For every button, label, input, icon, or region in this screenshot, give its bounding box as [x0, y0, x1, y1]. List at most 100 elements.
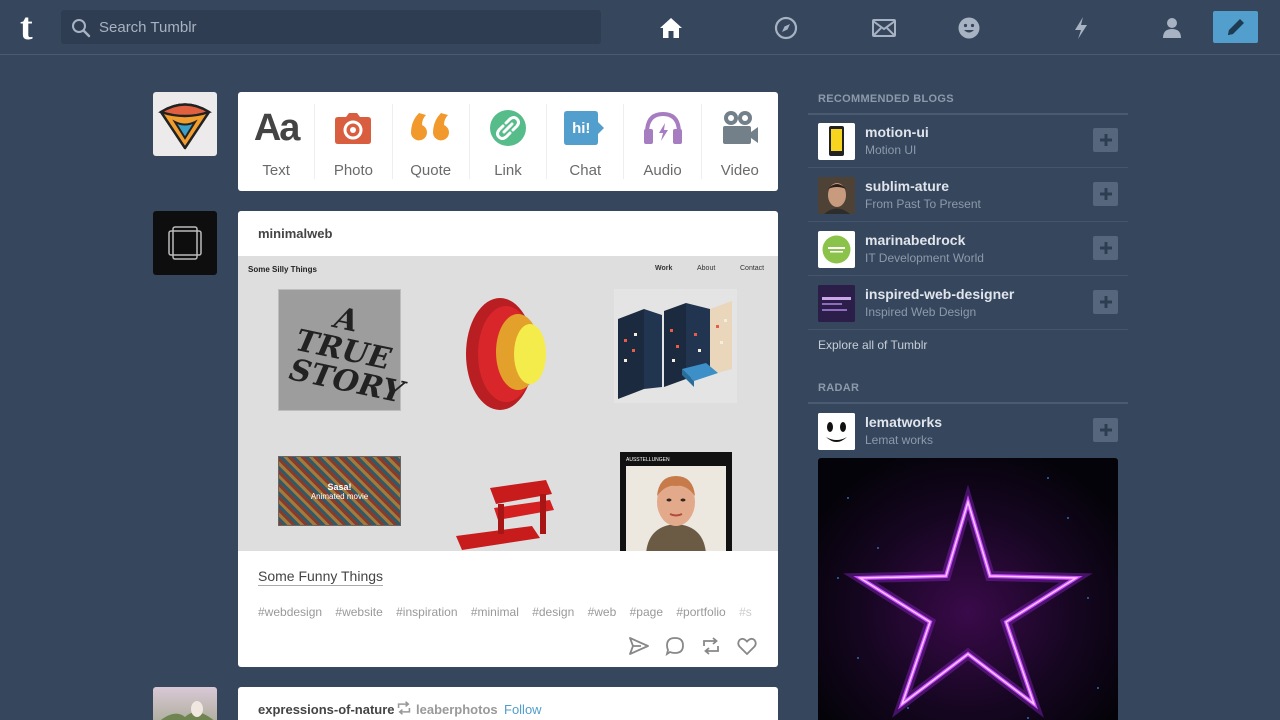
post-caption[interactable]: Some Funny Things — [258, 568, 384, 586]
follow-blog-button[interactable] — [1093, 128, 1118, 152]
plus-icon — [1099, 424, 1112, 436]
follow-blog-button[interactable] — [1093, 290, 1118, 314]
blog-title: Motion UI — [865, 143, 917, 157]
portrait-header: AUSSTELLUNGEN — [626, 457, 670, 463]
radar-blog-item: lematworks Lemat works — [808, 404, 1128, 458]
reblogged-from[interactable]: leaberphotos — [416, 702, 498, 717]
blog-name[interactable]: inspired-web-designer — [865, 286, 1014, 302]
blog-avatar[interactable] — [818, 285, 855, 322]
shot-tile-true-story: A TRUE STORY — [278, 289, 407, 411]
post-type-text[interactable]: Aa Text — [238, 104, 316, 179]
link-icon — [489, 110, 526, 146]
follow-blog-button[interactable] — [1093, 236, 1118, 260]
follow-link[interactable]: Follow — [504, 702, 542, 717]
reply-icon[interactable] — [664, 635, 686, 657]
blog-name[interactable]: lematworks — [865, 414, 942, 430]
blog-name[interactable]: sublim-ature — [865, 178, 949, 194]
tag[interactable]: #inspiration — [396, 605, 457, 619]
messaging-icon[interactable] — [955, 14, 983, 42]
sasa-sub: Animated movie — [310, 491, 369, 501]
true-story-text: A TRUE STORY — [285, 300, 407, 411]
post-type-label: Text — [262, 162, 290, 179]
post-type-quote[interactable]: Quote — [393, 104, 470, 179]
post-type-video[interactable]: Video — [702, 104, 778, 179]
activity-icon[interactable] — [1067, 14, 1095, 42]
inbox-icon[interactable] — [870, 14, 898, 42]
post-author[interactable]: minimalweb — [258, 226, 332, 241]
expressions-of-nature-avatar[interactable] — [153, 687, 217, 720]
recommended-blog-item: marinabedrock IT Development World — [808, 222, 1128, 276]
shot-tile-portrait: AUSSTELLUNGEN — [620, 452, 732, 551]
chat-icon-text: hi! — [572, 119, 591, 137]
blog-name[interactable]: motion-ui — [865, 124, 929, 140]
top-bar: t — [0, 0, 1280, 55]
post-type-label: Video — [720, 162, 759, 179]
shot-tile-red-cylinder — [466, 298, 546, 410]
follow-blog-button[interactable] — [1093, 182, 1118, 206]
plus-icon — [1099, 296, 1112, 308]
search-icon — [72, 19, 91, 38]
blog-avatar[interactable] — [818, 123, 855, 160]
shot-nav-work: Work — [655, 265, 673, 272]
post-type-chat[interactable]: hi! Chat — [547, 104, 625, 179]
shot-tile-sasa: Sasa! Animated movie — [278, 456, 401, 526]
tumblr-logo[interactable]: t — [20, 8, 33, 46]
post-card: minimalweb Some Silly Things Work About … — [238, 211, 778, 667]
tag[interactable]: #minimal — [471, 605, 519, 619]
blog-title: IT Development World — [865, 251, 984, 265]
blog-title: From Past To Present — [865, 197, 981, 211]
explore-all-link[interactable]: Explore all of Tumblr — [818, 338, 927, 352]
shot-site-title: Some Silly Things — [248, 265, 317, 274]
tag[interactable]: #page — [630, 605, 663, 619]
follow-blog-button[interactable] — [1093, 418, 1118, 442]
tag[interactable]: #webdesign — [258, 605, 322, 619]
post-type-label: Link — [494, 162, 522, 179]
explore-icon[interactable] — [772, 14, 800, 42]
like-icon[interactable] — [736, 635, 758, 657]
post-type-bar: Aa Text Photo Quote Link hi! Chat Audio — [238, 92, 778, 191]
post-type-label: Audio — [643, 162, 682, 179]
reblog-icon — [396, 701, 412, 720]
post-image[interactable]: Some Silly Things Work About Contact A T… — [238, 256, 778, 551]
headphones-icon — [643, 111, 682, 144]
sasa-title: Sasa! — [327, 481, 352, 492]
recommended-blog-item: sublim-ature From Past To Present — [808, 168, 1128, 222]
blog-title: Inspired Web Design — [865, 305, 977, 319]
share-icon[interactable] — [628, 635, 650, 657]
compose-button[interactable] — [1213, 11, 1258, 43]
post-author[interactable]: expressions-of-nature — [258, 702, 395, 717]
plus-icon — [1099, 242, 1112, 254]
tag[interactable]: #web — [588, 605, 617, 619]
blog-title: Lemat works — [865, 433, 934, 447]
plus-icon — [1099, 188, 1112, 200]
search-box[interactable] — [61, 10, 601, 44]
shot-tile-red-chair — [456, 480, 554, 550]
minimalweb-avatar[interactable] — [153, 211, 217, 275]
tag[interactable]: #portfolio — [676, 605, 725, 619]
user-avatar[interactable] — [153, 92, 217, 156]
blog-avatar[interactable] — [818, 231, 855, 268]
post-type-photo[interactable]: Photo — [315, 104, 393, 179]
account-icon[interactable] — [1158, 14, 1186, 42]
home-icon[interactable] — [657, 14, 685, 42]
tag[interactable]: #design — [532, 605, 574, 619]
text-icon: Aa — [253, 106, 301, 149]
post-type-link[interactable]: Link — [470, 104, 548, 179]
search-input[interactable] — [99, 10, 589, 44]
radar-image[interactable] — [818, 458, 1118, 720]
post-type-audio[interactable]: Audio — [624, 104, 702, 179]
shot-nav-about: About — [697, 265, 716, 272]
video-camera-icon — [722, 111, 758, 144]
recommended-blog-item: inspired-web-designer Inspired Web Desig… — [808, 276, 1128, 330]
blog-avatar[interactable] — [818, 413, 855, 450]
tag[interactable]: #s — [739, 605, 752, 619]
tag[interactable]: #website — [335, 605, 382, 619]
recommended-blog-item: motion-ui Motion UI — [808, 114, 1128, 168]
blog-name[interactable]: marinabedrock — [865, 232, 965, 248]
reblog-icon[interactable] — [700, 635, 722, 657]
post-tags: #webdesign #website #inspiration #minima… — [258, 605, 763, 619]
camera-icon — [335, 113, 372, 144]
post-card: expressions-of-nature leaberphotos Follo… — [238, 687, 778, 720]
blog-avatar[interactable] — [818, 177, 855, 214]
recommended-blogs-heading: RECOMMENDED BLOGS — [808, 93, 1128, 115]
